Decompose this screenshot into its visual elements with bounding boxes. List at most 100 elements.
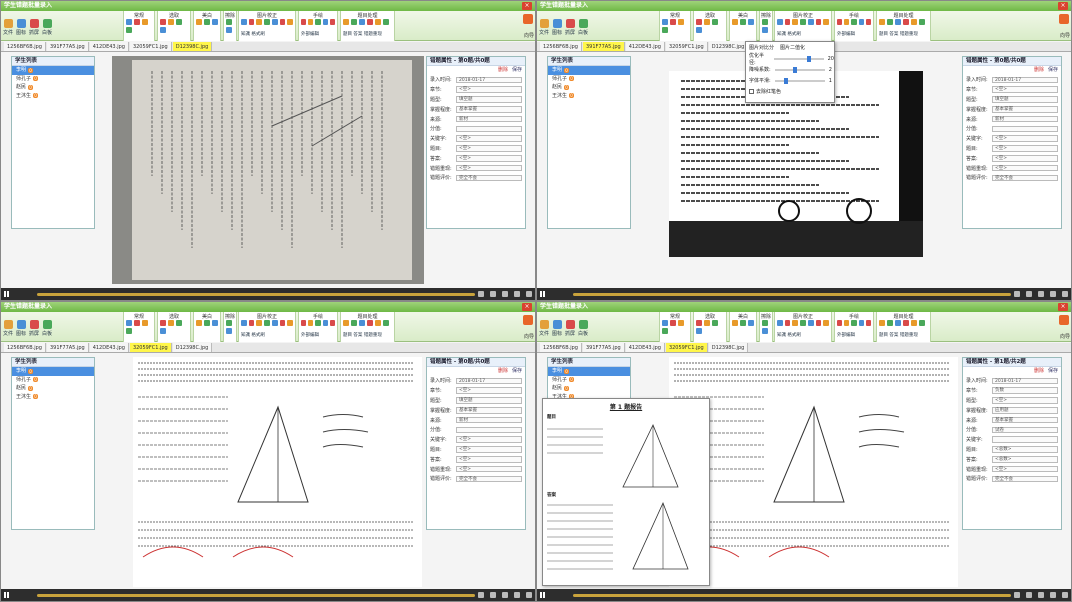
delete-button[interactable]: 删除 (498, 367, 508, 376)
file-tab[interactable]: 412DE43.jpg (89, 42, 129, 51)
tool-icon[interactable] (279, 19, 286, 25)
student-item[interactable]: 赵民 0 (548, 384, 630, 393)
tool-icon[interactable] (134, 320, 140, 326)
file-tab[interactable]: 412DE43.jpg (89, 343, 129, 352)
tool-icon[interactable] (823, 19, 830, 25)
student-item[interactable]: 赵民 0 (12, 384, 94, 393)
tool-icon[interactable] (287, 320, 294, 326)
tool-icon[interactable] (732, 320, 738, 326)
tool-icon[interactable] (903, 19, 909, 25)
property-value[interactable]: <空> (456, 456, 522, 463)
tool-icon[interactable] (696, 328, 702, 334)
worksheet-image[interactable] (133, 357, 422, 587)
save-button[interactable]: 保存 (1048, 367, 1058, 376)
wizard-label[interactable]: 向导 (1060, 333, 1070, 340)
player-control-icon[interactable] (514, 592, 520, 598)
ribbon-button[interactable]: 图标 (552, 19, 562, 36)
tool-icon[interactable] (762, 19, 768, 25)
slider-track[interactable] (774, 66, 825, 73)
checkbox-icon[interactable] (749, 89, 754, 94)
property-value[interactable]: 基本掌握 (456, 407, 522, 414)
ribbon-button[interactable]: 抓屏 (565, 19, 575, 36)
tool-icon[interactable] (279, 320, 286, 326)
file-tab[interactable]: 32059FC1.jpg (129, 42, 172, 51)
student-item[interactable]: 师孔子 0 (548, 376, 630, 385)
remove-red-option[interactable]: 去除红笔色 (746, 86, 834, 97)
property-value[interactable]: 新材 (456, 115, 522, 123)
tool-icon[interactable] (762, 328, 768, 334)
tool-icon[interactable] (670, 320, 676, 326)
ribbon-button[interactable]: 文件 (3, 19, 13, 36)
file-tab[interactable]: 1256BF6B.jpg (540, 343, 582, 352)
tool-icon[interactable] (807, 320, 814, 326)
tool-icon[interactable] (308, 320, 314, 326)
tool-icon[interactable] (226, 19, 232, 25)
tool-icon[interactable] (271, 19, 278, 25)
close-button[interactable]: × (1058, 2, 1068, 10)
tool-icon[interactable] (287, 19, 294, 25)
ribbon-button[interactable]: 文件 (3, 320, 13, 337)
tool-icon[interactable] (308, 19, 314, 25)
tool-icon[interactable] (160, 27, 166, 33)
ribbon-button[interactable]: 图标 (552, 320, 562, 337)
student-item[interactable]: 师孔子 0 (548, 75, 630, 84)
tool-icon[interactable] (301, 19, 307, 25)
tool-icon[interactable] (248, 320, 255, 326)
property-value[interactable]: <空> (456, 86, 522, 93)
player-control-icon[interactable] (1026, 592, 1032, 598)
tool-icon[interactable] (241, 19, 247, 25)
ribbon-button[interactable]: 文件 (539, 320, 549, 337)
tool-icon[interactable] (844, 19, 850, 25)
save-button[interactable]: 保存 (512, 66, 522, 75)
student-item[interactable]: 李明 0 (12, 66, 94, 75)
delete-button[interactable]: 删除 (498, 66, 508, 75)
tool-icon[interactable] (383, 320, 389, 326)
tool-icon[interactable] (887, 320, 893, 326)
player-control-icon[interactable] (526, 291, 532, 297)
tool-icon[interactable] (662, 19, 668, 25)
tool-icon[interactable] (329, 19, 336, 25)
property-value[interactable] (456, 426, 522, 434)
tool-icon[interactable] (176, 19, 182, 25)
property-value[interactable] (992, 125, 1058, 133)
property-value[interactable]: 完全不会 (456, 475, 522, 483)
tool-icon[interactable] (160, 328, 166, 334)
pause-icon[interactable] (540, 291, 545, 297)
tool-icon[interactable] (696, 27, 702, 33)
file-tab[interactable]: 391F77A5.jpg (582, 42, 625, 51)
player-control-icon[interactable] (514, 291, 520, 297)
tool-icon[interactable] (351, 19, 357, 25)
worksheet-image[interactable] (669, 357, 958, 587)
file-tab[interactable]: 412DE43.jpg (625, 42, 665, 51)
ribbon-button[interactable]: 抓屏 (29, 19, 39, 36)
tool-icon[interactable] (851, 19, 857, 25)
tool-icon[interactable] (740, 320, 746, 326)
tool-icon[interactable] (329, 320, 336, 326)
tool-icon[interactable] (322, 19, 328, 25)
property-value[interactable]: <空> (992, 145, 1058, 152)
tool-icon[interactable] (895, 19, 901, 25)
property-value[interactable]: 基本掌握 (456, 106, 522, 113)
tool-icon[interactable] (865, 19, 872, 25)
tool-icon[interactable] (919, 320, 925, 326)
file-tab[interactable]: D12398C.jpg (708, 343, 749, 352)
tool-icon[interactable] (126, 19, 132, 25)
tool-icon[interactable] (911, 19, 917, 25)
tool-icon[interactable] (196, 320, 202, 326)
property-value[interactable]: <空> (456, 446, 522, 453)
wizard-label[interactable]: 向导 (524, 32, 534, 39)
tool-icon[interactable] (696, 19, 702, 25)
delete-button[interactable]: 删除 (1034, 66, 1044, 75)
player-control-icon[interactable] (502, 291, 508, 297)
tool-icon[interactable] (126, 320, 132, 326)
tool-icon[interactable] (800, 19, 806, 25)
slider-track[interactable] (774, 77, 825, 84)
progress-bar[interactable] (37, 293, 475, 296)
property-value[interactable]: 负数 (992, 387, 1058, 394)
property-value[interactable]: <空> (456, 436, 522, 443)
property-value[interactable]: 2018-01-17 (456, 377, 522, 385)
wizard-label[interactable]: 向导 (1060, 32, 1070, 39)
student-item[interactable]: 赵民 0 (548, 83, 630, 92)
tool-icon[interactable] (712, 19, 718, 25)
tool-icon[interactable] (226, 27, 232, 33)
